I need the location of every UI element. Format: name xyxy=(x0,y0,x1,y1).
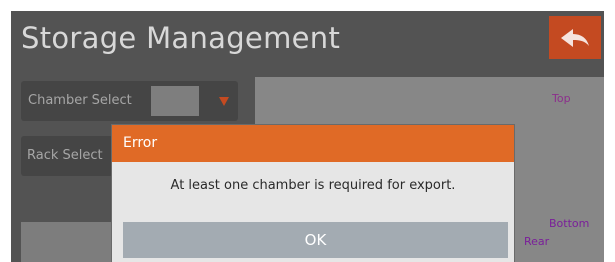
back-arrow-icon xyxy=(561,29,589,47)
dialog-title: Error xyxy=(123,135,158,151)
chamber-select-dropdown[interactable]: Chamber Select xyxy=(21,81,238,121)
error-dialog: Error At least one chamber is required f… xyxy=(112,125,514,262)
storage-management-screen: Storage Management Chamber Select Rack S… xyxy=(11,11,604,262)
triangle-down-icon[interactable] xyxy=(219,97,229,106)
page-title: Storage Management xyxy=(21,21,341,55)
chamber-select-value[interactable] xyxy=(151,86,199,116)
rack-select-label: Rack Select xyxy=(27,148,103,163)
view-top-label: Top xyxy=(552,92,571,105)
ok-button[interactable]: OK xyxy=(123,222,508,258)
chamber-select-label: Chamber Select xyxy=(28,93,132,108)
back-button[interactable] xyxy=(549,16,601,59)
rack-select-dropdown[interactable]: Rack Select xyxy=(21,136,113,176)
view-bottom-label: Bottom xyxy=(549,217,590,230)
action-button[interactable] xyxy=(21,222,116,262)
dialog-header: Error xyxy=(112,125,514,162)
view-rear-label: Rear xyxy=(524,235,550,248)
dialog-message: At least one chamber is required for exp… xyxy=(170,178,456,193)
